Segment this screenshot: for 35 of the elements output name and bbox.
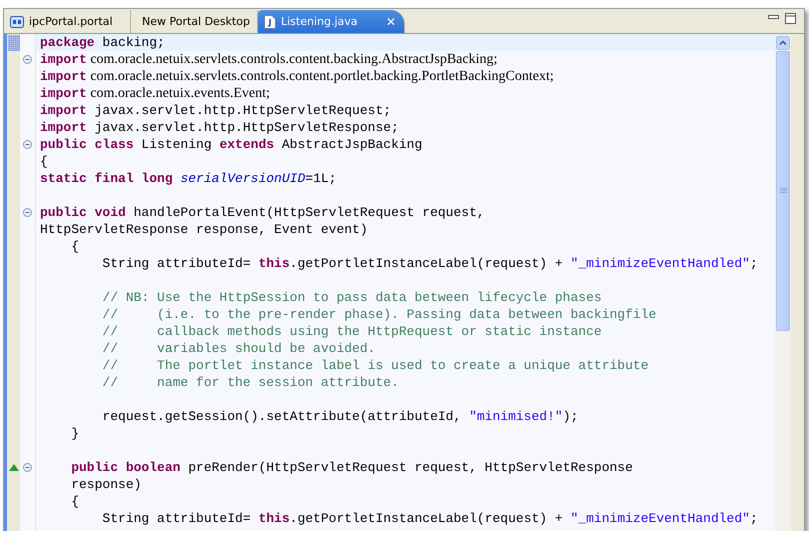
collapse-icon[interactable] xyxy=(23,208,32,217)
close-icon[interactable]: ✕ xyxy=(386,14,396,28)
code-line: // callback methods using the HttpRequest or static instance xyxy=(101,323,603,340)
code-line: String attributeId= this.getPortletInstanceLabel(request) + "_minimizeEventHandled"; xyxy=(101,510,759,527)
code-line: // (i.e. to the pre-render phase). Passing data between backingfile xyxy=(101,306,658,323)
code-line: // NB: Use the HttpSession to pass data between lifecycle phases xyxy=(101,289,603,306)
collapse-icon[interactable] xyxy=(23,55,32,64)
scroll-up-icon[interactable] xyxy=(776,36,790,50)
window-icon xyxy=(10,16,24,28)
code-line: HttpServletResponse response, Event event) xyxy=(39,221,369,238)
code-line: } xyxy=(70,425,80,442)
file-icon xyxy=(264,14,276,28)
code-line: request.getSession().setAttribute(attributeId, "minimised!"); xyxy=(101,408,580,425)
code-line: import com.oracle.netuix.servlets.controls.content.portlet.backing.PortletBackingContext; xyxy=(39,68,555,85)
code-line: public boolean preRender(HttpServletRequest request, HttpServletResponse xyxy=(70,459,634,476)
scrollbar-thumb[interactable] xyxy=(776,51,790,331)
collapse-icon[interactable] xyxy=(23,463,32,472)
code-line: public void handlePortalEvent(HttpServletRequest request, xyxy=(39,204,486,221)
code-line: String attributeId= this.getPortletInstanceLabel(request) + "_minimizeEventHandled"; xyxy=(101,255,759,272)
code-line: { xyxy=(70,493,80,510)
code-line: // variables should be avoided. xyxy=(101,340,376,357)
code-line: // The portlet instance label is used to create a unique attribute xyxy=(101,357,650,374)
code-line: { xyxy=(70,238,80,255)
code-line: public class Listening extends AbstractJspBacking xyxy=(39,136,424,153)
code-line: import javax.servlet.http.HttpServletResponse; xyxy=(39,119,400,136)
code-line: static final long serialVersionUID=1L; xyxy=(39,170,338,187)
code-line: { xyxy=(39,153,49,170)
code-line: response) xyxy=(70,476,142,493)
code-line: import javax.servlet.http.HttpServletRequest; xyxy=(39,102,392,119)
code-line: import com.oracle.netuix.servlets.controls.content.backing.AbstractJspBacking; xyxy=(39,51,498,68)
code-line: // name for the session attribute. xyxy=(101,374,400,391)
maximize-icon[interactable] xyxy=(785,13,796,24)
collapse-icon[interactable] xyxy=(23,140,32,149)
code-line: import com.oracle.netuix.events.Event; xyxy=(39,85,271,102)
editor-tab[interactable]: Listening.java ✕ xyxy=(258,10,405,33)
